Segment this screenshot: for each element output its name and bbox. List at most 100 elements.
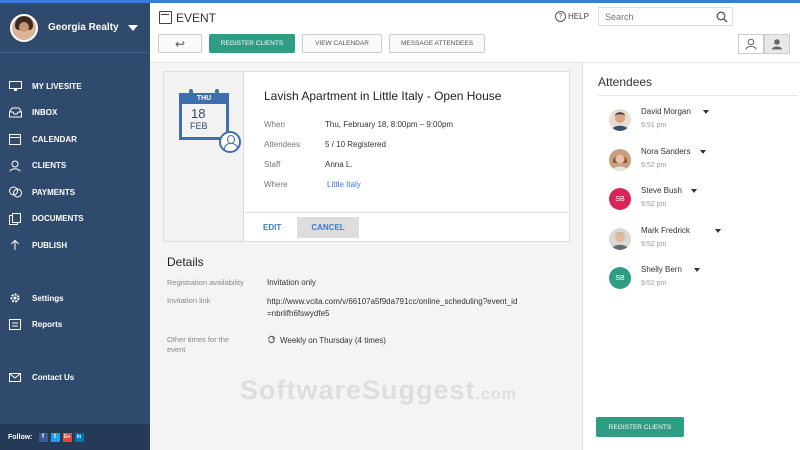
calendar-date-icon: THU 18 FEB bbox=[179, 89, 241, 153]
linkedin-icon[interactable]: in bbox=[74, 432, 84, 442]
main-nav: MY LIVESITE INBOX CALENDAR CLIENTS PAYME… bbox=[0, 73, 150, 391]
help-label: HELP bbox=[568, 12, 589, 21]
social-footer: Follow: f t G+ in bbox=[0, 424, 150, 450]
sidebar-item-inbox[interactable]: INBOX bbox=[0, 100, 150, 127]
attendee-name: Nora Sanders bbox=[641, 147, 691, 156]
staff-value: Anna L. bbox=[325, 160, 353, 169]
sidebar-item-publish[interactable]: PUBLISH bbox=[0, 232, 150, 259]
availability-label: Registration availability bbox=[167, 278, 244, 287]
page-header: EVENT ? HELP bbox=[150, 3, 800, 30]
follow-label: Follow: bbox=[8, 433, 33, 441]
attendee-item[interactable]: Nora Sanders 9:52 pm bbox=[609, 147, 789, 177]
sidebar-item-reports[interactable]: Reports bbox=[0, 312, 150, 339]
view-calendar-button[interactable]: VIEW CALENDAR bbox=[302, 34, 382, 53]
repeat-icon bbox=[268, 335, 276, 344]
calendar-day: 18 bbox=[191, 106, 206, 121]
edit-button[interactable]: EDIT bbox=[263, 223, 281, 232]
chevron-down-icon[interactable] bbox=[715, 229, 721, 233]
sidebar-item-settings[interactable]: Settings bbox=[0, 285, 150, 312]
where-label: Where bbox=[264, 180, 288, 189]
watermark-text: SoftwareSuggest bbox=[240, 375, 476, 405]
chevron-down-icon[interactable] bbox=[703, 110, 709, 114]
sidebar-item-label: INBOX bbox=[32, 108, 58, 118]
upload-icon bbox=[8, 239, 22, 251]
chevron-down-icon[interactable] bbox=[700, 150, 706, 154]
back-button[interactable]: ↩ bbox=[158, 34, 202, 53]
avatar bbox=[609, 228, 631, 250]
chevron-down-icon[interactable] bbox=[691, 189, 697, 193]
attendee-name: David Morgan bbox=[641, 107, 691, 116]
chevron-down-icon[interactable] bbox=[128, 24, 138, 31]
register-clients-panel-button[interactable]: REGISTER CLIENTS bbox=[596, 417, 684, 437]
attendees-panel: Attendees David Morgan 9:51 pm Nora Sand… bbox=[582, 63, 800, 450]
where-link[interactable]: Little Italy bbox=[327, 180, 361, 189]
monitor-icon bbox=[8, 80, 22, 92]
envelope-icon bbox=[8, 372, 22, 384]
sidebar-item-contact-us[interactable]: Contact Us bbox=[0, 365, 150, 392]
sidebar-item-label: Contact Us bbox=[32, 373, 75, 383]
attendee-item[interactable]: SB Shelly Bern 9:52 pm bbox=[609, 265, 789, 295]
nav-spacer bbox=[0, 259, 150, 286]
reports-icon bbox=[8, 319, 22, 331]
attendee-time: 9:52 pm bbox=[641, 241, 667, 248]
event-date-panel: THU 18 FEB bbox=[164, 72, 244, 241]
sidebar-item-my-livesite[interactable]: MY LIVESITE bbox=[0, 73, 150, 100]
other-times-row: Weekly on Thursday (4 times) bbox=[267, 335, 517, 347]
person-icon bbox=[8, 160, 22, 172]
sidebar-item-label: CALENDAR bbox=[32, 134, 77, 144]
gear-icon bbox=[8, 292, 22, 304]
account-switcher[interactable]: Georgia Realty bbox=[0, 3, 150, 53]
facebook-icon[interactable]: f bbox=[38, 432, 48, 442]
sidebar-item-clients[interactable]: CLIENTS bbox=[0, 153, 150, 180]
avatar: SB bbox=[609, 267, 631, 289]
attendee-name: Steve Bush bbox=[641, 186, 682, 195]
attendee-item[interactable]: SB Steve Bush 9:52 pm bbox=[609, 186, 789, 216]
googleplus-icon[interactable]: G+ bbox=[62, 432, 72, 442]
attendee-time: 9:52 pm bbox=[641, 201, 667, 208]
event-card: THU 18 FEB Lavish Apartment in Little It… bbox=[163, 71, 570, 242]
attendees-label: Attendees bbox=[264, 140, 301, 149]
person-icon bbox=[772, 39, 782, 50]
sidebar-item-documents[interactable]: DOCUMENTS bbox=[0, 206, 150, 233]
sidebar-item-payments[interactable]: PAYMENTS bbox=[0, 179, 150, 206]
search-icon[interactable] bbox=[716, 10, 728, 28]
attendee-item[interactable]: David Morgan 9:51 pm bbox=[609, 107, 789, 137]
calendar-month: FEB bbox=[190, 121, 208, 131]
sidebar-item-label: DOCUMENTS bbox=[32, 214, 84, 224]
watermark-suffix: .com bbox=[475, 386, 517, 403]
attendee-time: 9:52 pm bbox=[641, 280, 667, 287]
cancel-button[interactable]: CANCEL bbox=[297, 217, 359, 238]
help-icon: ? bbox=[555, 11, 566, 22]
search-input[interactable] bbox=[598, 7, 733, 26]
sidebar-item-label: PUBLISH bbox=[32, 240, 68, 250]
register-clients-button[interactable]: REGISTER CLIENTS bbox=[209, 34, 295, 53]
avatar bbox=[10, 13, 38, 42]
attendees-heading: Attendees bbox=[598, 75, 653, 89]
sidebar: Georgia Realty MY LIVESITE INBOX CALENDA… bbox=[0, 3, 150, 450]
attendee-time: 9:51 pm bbox=[641, 122, 667, 129]
coins-icon bbox=[8, 186, 22, 198]
nav-spacer bbox=[0, 338, 150, 365]
invitation-link-value[interactable]: http://www.vcita.com/v/66107a5f9da791cc/… bbox=[267, 296, 522, 320]
attendees-divider bbox=[598, 95, 798, 96]
message-attendees-button[interactable]: MESSAGE ATTENDEES bbox=[389, 34, 485, 53]
sidebar-item-label: Settings bbox=[32, 293, 64, 303]
view-toggle-single[interactable] bbox=[738, 34, 764, 54]
event-main-panel: THU 18 FEB Lavish Apartment in Little It… bbox=[150, 63, 582, 450]
attendee-item[interactable]: Mark Fredrick 9:52 pm bbox=[609, 226, 789, 256]
sidebar-item-label: Reports bbox=[32, 320, 63, 330]
other-times-label: Other times for the event bbox=[167, 335, 230, 354]
view-toggle-group[interactable] bbox=[764, 34, 790, 54]
twitter-icon[interactable]: t bbox=[50, 432, 60, 442]
account-name: Georgia Realty bbox=[48, 22, 119, 33]
documents-icon bbox=[8, 212, 22, 225]
other-times-value: Weekly on Thursday (4 times) bbox=[280, 336, 386, 345]
attendee-badge-icon bbox=[219, 131, 241, 153]
attendee-name: Shelly Bern bbox=[641, 265, 682, 274]
when-label: When bbox=[264, 120, 285, 129]
avatar bbox=[609, 109, 631, 131]
help-link[interactable]: ? HELP bbox=[555, 11, 589, 22]
chevron-down-icon[interactable] bbox=[694, 268, 700, 272]
attendee-name: Mark Fredrick bbox=[641, 226, 690, 235]
sidebar-item-calendar[interactable]: CALENDAR bbox=[0, 126, 150, 153]
